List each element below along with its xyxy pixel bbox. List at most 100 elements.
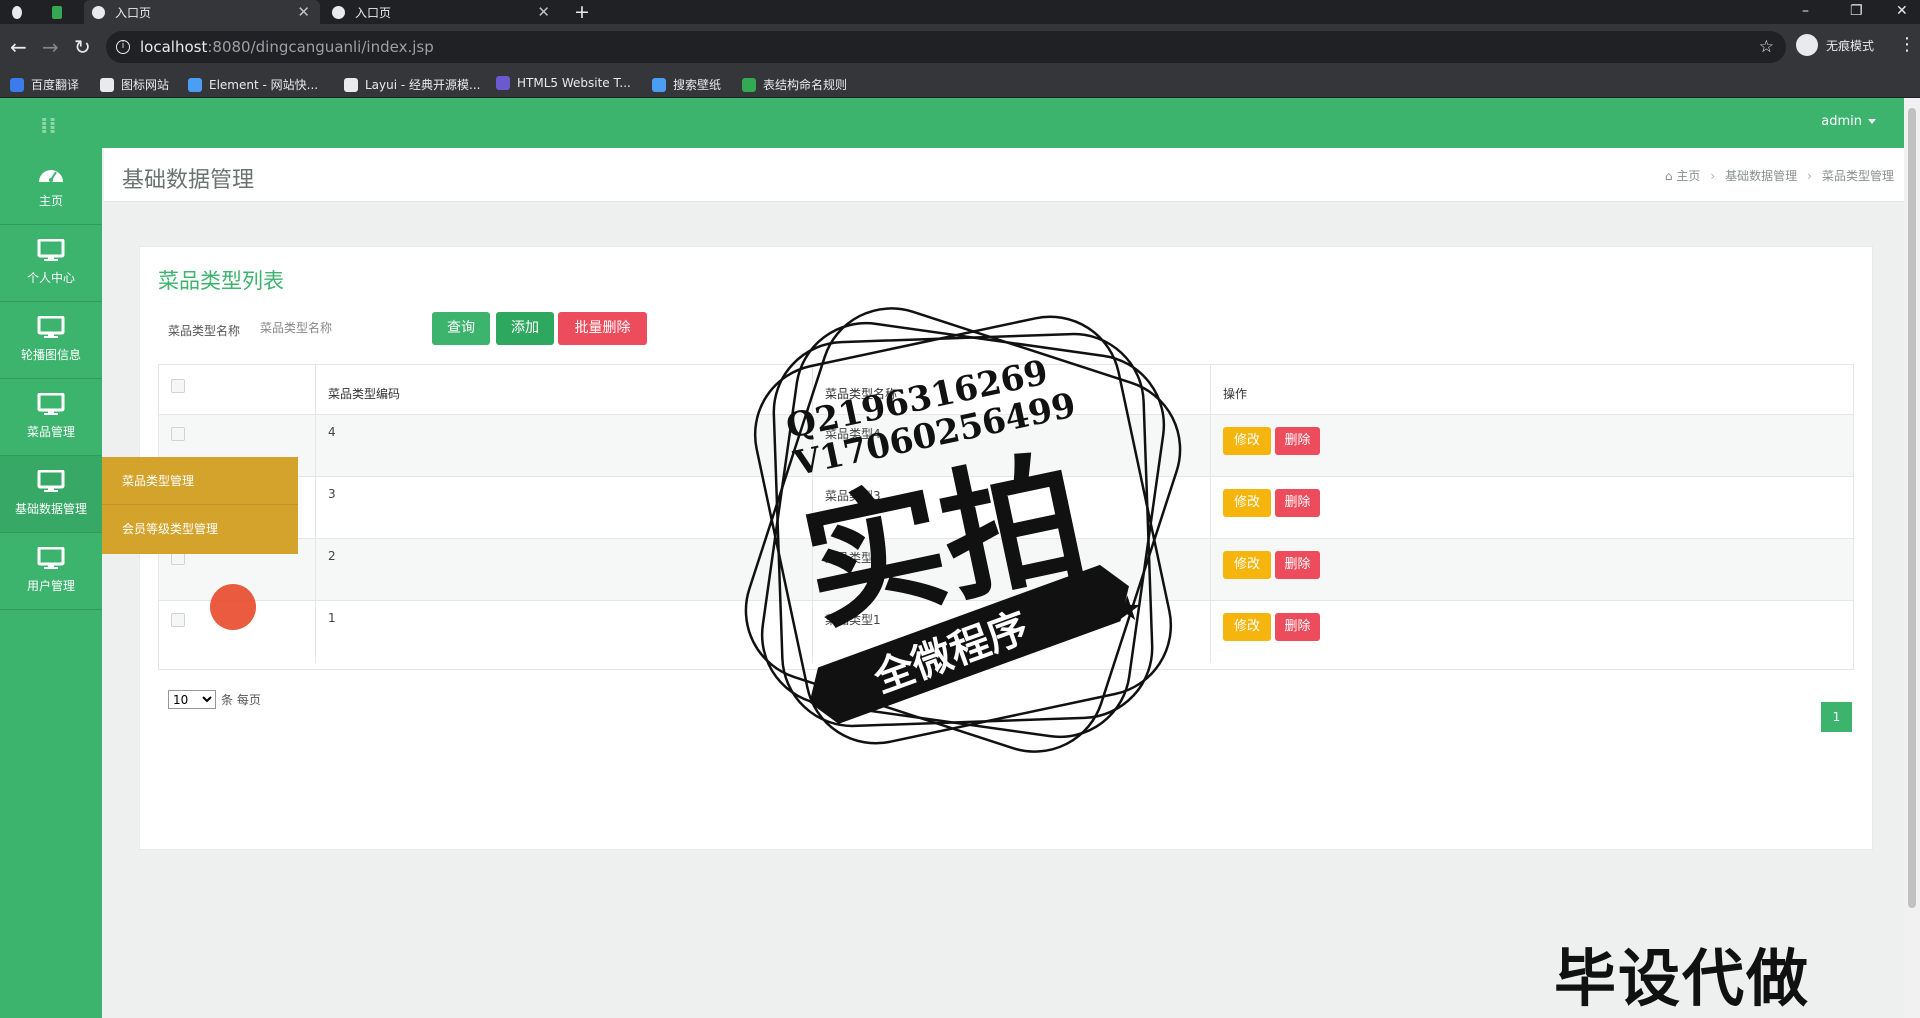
browser-menu-icon[interactable]: ⋮ <box>1898 34 1916 55</box>
bookmark-item[interactable]: 图标网站 <box>100 76 169 93</box>
bookmark-label: 搜索壁纸 <box>673 78 722 92</box>
bookmark-label: 表结构命名规则 <box>763 78 848 92</box>
page-size-control: 10 条 每页 <box>168 690 261 709</box>
page-size-select[interactable]: 10 <box>168 690 216 709</box>
translate-icon <box>10 77 24 92</box>
bookmark-label: 图标网站 <box>121 78 170 92</box>
search-label: 菜品类型名称 <box>168 324 241 338</box>
user-name: admin <box>1821 114 1862 129</box>
globe-icon <box>12 5 22 19</box>
page-scrollbar[interactable] <box>1904 98 1920 1018</box>
tab-title: 入口页 <box>355 5 392 20</box>
submenu-item-dish-type[interactable]: 菜品类型管理 <box>102 457 298 505</box>
sidebar-item-label: 基础数据管理 <box>14 502 87 516</box>
submenu-item-member-level[interactable]: 会员等级类型管理 <box>102 505 298 553</box>
flag-icon <box>100 77 114 92</box>
header-cell: 操作 <box>1211 365 1853 414</box>
batch-delete-button[interactable]: 批量删除 <box>558 312 647 345</box>
search-input[interactable] <box>260 311 390 345</box>
url-input[interactable]: i localhost:8080/dingcanguanli/index.jsp… <box>106 31 1786 63</box>
sidebar-item-carousel[interactable]: 轮播图信息 <box>0 302 102 379</box>
monitor-icon <box>37 547 65 569</box>
star-icon: ★ <box>1112 589 1142 629</box>
layui-icon <box>344 77 358 92</box>
edit-button[interactable]: 修改 <box>1223 551 1271 579</box>
row-checkbox[interactable] <box>171 613 185 627</box>
row-code: 4 <box>328 425 336 439</box>
back-arrow-icon[interactable]: ← <box>10 35 27 59</box>
browser-tab-pinned-2[interactable] <box>44 0 80 24</box>
globe-icon <box>92 5 105 19</box>
edit-button[interactable]: 修改 <box>1223 489 1271 517</box>
bookmark-item[interactable]: 搜索壁纸 <box>652 76 721 93</box>
sidebar-item-basic-data[interactable]: 基础数据管理 <box>0 456 102 533</box>
header-code: 菜品类型编码 <box>328 387 401 401</box>
delete-button[interactable]: 删除 <box>1275 489 1320 517</box>
home-icon: ⌂ <box>1664 169 1677 183</box>
breadcrumb: ⌂ 主页 › 基础数据管理 › 菜品类型管理 <box>1665 167 1894 184</box>
bookmark-label: HTML5 Website T... <box>517 76 631 90</box>
wallpaper-icon <box>652 77 666 92</box>
query-button[interactable]: 查询 <box>432 312 490 345</box>
sidebar-item-users[interactable]: 用户管理 <box>0 533 102 610</box>
add-button[interactable]: 添加 <box>496 312 554 345</box>
monitor-icon <box>37 316 65 338</box>
incognito-label: 无痕模式 <box>1826 38 1875 53</box>
per-page-label: 条 每页 <box>221 693 261 707</box>
reload-icon[interactable]: ↻ <box>74 35 91 59</box>
delete-button[interactable]: 删除 <box>1275 551 1320 579</box>
tab-title: 入口页 <box>115 5 152 20</box>
panel-title: 菜品类型列表 <box>158 269 284 293</box>
monitor-icon <box>37 470 65 492</box>
row-code: 3 <box>328 487 336 501</box>
minimize-button[interactable]: – <box>1802 0 1809 24</box>
app-topbar: ⁞⁞ admin <box>0 98 1920 148</box>
scrollbar-thumb[interactable] <box>1908 108 1916 908</box>
bookmark-label: Layui - 经典开源模... <box>365 78 481 92</box>
browser-tab-bar: 入口页 ✕ 入口页 ✕ + – ❐ ✕ <box>0 0 1920 24</box>
close-icon[interactable]: ✕ <box>297 3 310 21</box>
browser-tab[interactable]: 入口页 ✕ <box>324 0 560 24</box>
bookmark-item[interactable]: 百度翻译 <box>10 76 79 93</box>
header-cell-select <box>159 365 316 414</box>
forward-arrow-icon[interactable]: → <box>42 35 59 59</box>
sidebar-item-dishes[interactable]: 菜品管理 <box>0 379 102 456</box>
url-host: localhost <box>140 38 208 56</box>
user-menu[interactable]: admin <box>1821 114 1876 129</box>
close-icon[interactable]: ✕ <box>537 3 550 21</box>
edit-button[interactable]: 修改 <box>1223 613 1271 641</box>
restore-button[interactable]: ❐ <box>1850 0 1863 24</box>
row-checkbox[interactable] <box>171 427 185 441</box>
bookmark-item[interactable]: Element - 网站快... <box>188 76 318 93</box>
delete-button[interactable]: 删除 <box>1275 427 1320 455</box>
sidebar-item-profile[interactable]: 个人中心 <box>0 225 102 302</box>
sidebar-item-label: 轮播图信息 <box>20 348 81 362</box>
sidebar-item-home[interactable]: 主页 <box>0 148 102 225</box>
chevron-right-icon: › <box>1710 169 1716 183</box>
edit-button[interactable]: 修改 <box>1223 427 1271 455</box>
info-icon[interactable]: i <box>116 40 130 54</box>
bookmark-star-icon[interactable]: ☆ <box>1759 37 1774 57</box>
breadcrumb-home[interactable]: 主页 <box>1676 169 1700 183</box>
pagination-page[interactable]: 1 <box>1821 702 1852 732</box>
sidebar-item-label: 主页 <box>38 194 63 208</box>
bookmark-item[interactable]: 表结构命名规则 <box>742 76 847 93</box>
breadcrumb-basic-data[interactable]: 基础数据管理 <box>1725 169 1797 183</box>
close-window-button[interactable]: ✕ <box>1896 0 1908 24</box>
bookmark-item[interactable]: Layui - 经典开源模... <box>344 76 480 93</box>
sidebar-item-label: 个人中心 <box>26 271 75 285</box>
logo-icon: ⁞⁞ <box>40 114 57 139</box>
monitor-icon <box>37 239 65 261</box>
photo-stamp-watermark: Q2196316269 V17060256499 实拍 全微程序 ★ ★ <box>744 307 1182 753</box>
breadcrumb-current: 菜品类型管理 <box>1821 169 1894 183</box>
select-all-checkbox[interactable] <box>171 379 185 393</box>
bookmarks-bar: 百度翻译 图标网站 Element - 网站快... Layui - 经典开源模… <box>0 70 1920 98</box>
basic-data-submenu: 菜品类型管理 会员等级类型管理 <box>102 457 298 554</box>
star-icon: ★ <box>824 653 854 693</box>
incognito-indicator[interactable]: 无痕模式 <box>1796 34 1874 56</box>
delete-button[interactable]: 删除 <box>1275 613 1320 641</box>
new-tab-button[interactable]: + <box>574 0 590 24</box>
bookmark-item[interactable]: HTML5 Website T... <box>496 76 631 90</box>
browser-tab-active[interactable]: 入口页 ✕ <box>84 0 320 24</box>
browser-tab-pinned[interactable] <box>4 0 40 24</box>
